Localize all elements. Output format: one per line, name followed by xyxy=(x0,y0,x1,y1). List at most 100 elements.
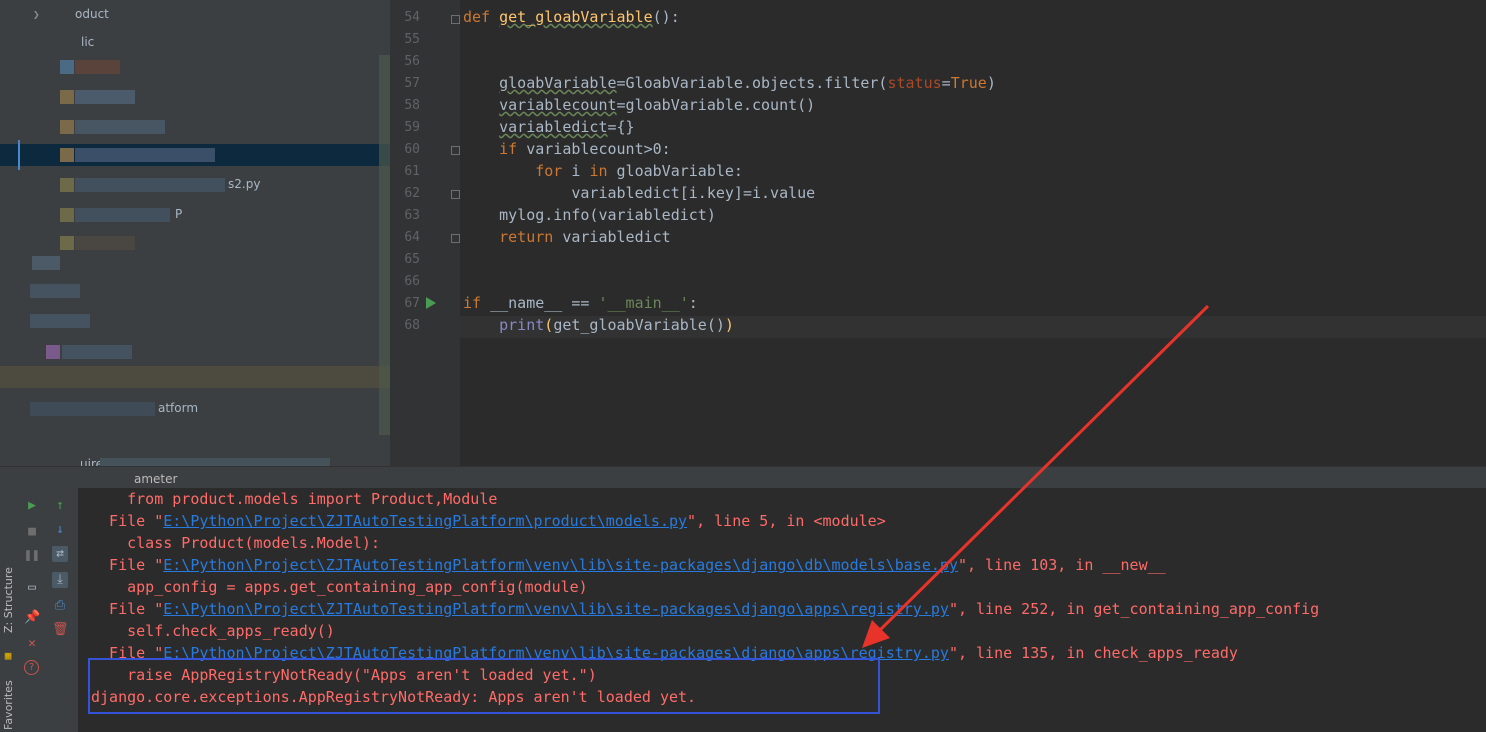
file-link[interactable]: E:\Python\Project\ZJTAutoTestingPlatform… xyxy=(163,512,687,530)
tree-selection-marker xyxy=(18,140,20,170)
code-editor[interactable]: 54 def get_gloabVariable(): 55 56 57 gloabVa… xyxy=(390,0,1486,466)
line-number: 63 xyxy=(404,208,420,223)
code-token: get_gloabVariable() xyxy=(553,316,725,334)
layout-icon[interactable]: ▭ xyxy=(24,580,40,596)
console-text: File " xyxy=(91,600,164,618)
up-icon[interactable]: ↑ xyxy=(52,498,68,514)
file-link[interactable]: E:\Python\Project\ZJTAutoTestingPlatform… xyxy=(163,556,958,574)
run-icon[interactable]: ▶ xyxy=(24,498,40,514)
blurred-text xyxy=(75,236,135,250)
down-icon[interactable]: ↓ xyxy=(52,522,68,538)
fold-icon[interactable] xyxy=(451,234,460,243)
print-icon[interactable]: ⎙ xyxy=(52,598,68,614)
console-text: app_config = apps.get_containing_app_con… xyxy=(91,578,588,596)
code-line: if __name__ == '__main__': xyxy=(463,294,698,312)
tree-label: s2.py xyxy=(228,177,261,191)
line-number: 57 xyxy=(404,76,420,91)
line-number: 62 xyxy=(404,186,420,201)
pause-icon[interactable]: ❚❚ xyxy=(24,548,40,564)
code-line: for i in gloabVariable: xyxy=(463,162,743,180)
file-link[interactable]: E:\Python\Project\ZJTAutoTestingPlatform… xyxy=(163,600,949,618)
blurred-icon xyxy=(60,120,74,134)
structure-icon[interactable]: ▦ xyxy=(0,648,16,664)
code-token: ( xyxy=(544,316,554,334)
delete-icon[interactable]: 🗑 xyxy=(52,622,69,638)
console-text: class Product(models.Model): xyxy=(91,534,380,552)
tree-row-highlighted[interactable] xyxy=(0,366,390,388)
tree-row-public[interactable]: lic xyxy=(0,32,390,54)
console-text: ", line 5, in <module> xyxy=(687,512,886,530)
soft-wrap-icon[interactable]: ⇄ xyxy=(52,546,68,562)
code-token: ) xyxy=(724,316,734,334)
console-line: class Product(models.Model): xyxy=(91,534,380,552)
line-number: 58 xyxy=(404,98,420,113)
blurred-icon xyxy=(60,60,74,74)
code-line: variabledict[i.key]=i.value xyxy=(463,184,815,202)
tree-label: lic xyxy=(81,35,95,49)
console-text: File " xyxy=(91,512,164,530)
code-token: print xyxy=(499,316,545,334)
run-gutter-icon[interactable] xyxy=(426,297,436,309)
code-line: return variabledict xyxy=(463,228,671,246)
line-number: 55 xyxy=(404,32,420,47)
line-number: 54 xyxy=(404,10,420,25)
code-token: if xyxy=(463,294,491,312)
line-number: 68 xyxy=(404,318,420,333)
code-line: print(get_gloabVariable()) xyxy=(463,316,734,334)
code-token: variabledict xyxy=(499,118,608,136)
code-line: variabledict={} xyxy=(463,118,634,136)
console-text: from product.models import Product,Modul… xyxy=(91,490,498,508)
fold-icon[interactable] xyxy=(451,190,460,199)
code-token: gloabVariable xyxy=(499,74,617,92)
tool-window-strip: Z: Structure ▦ Favorites xyxy=(0,488,21,732)
tree-row-product[interactable]: ❯ oduct xyxy=(0,4,390,26)
fold-icon[interactable] xyxy=(451,146,460,155)
blurred-text xyxy=(75,90,135,104)
help-icon[interactable]: ? xyxy=(24,660,39,675)
scroll-end-icon[interactable]: ⤓ xyxy=(52,572,68,588)
code-token: variabledict xyxy=(562,228,671,246)
blurred-text xyxy=(75,178,225,192)
line-number: 61 xyxy=(404,164,420,179)
code-token: variablecount>0: xyxy=(526,140,671,158)
console-text: ", line 252, in get_containing_app_confi… xyxy=(948,600,1320,618)
code-token: True xyxy=(950,74,987,92)
console-text: ", line 103, in __new__ xyxy=(957,556,1166,574)
close-icon[interactable]: ✕ xyxy=(24,636,40,652)
code-token: variablecount xyxy=(499,96,617,114)
line-number: 66 xyxy=(404,274,420,289)
code-token: (): xyxy=(652,8,680,26)
code-token: __name__ == xyxy=(490,294,599,312)
run-panel-header: ameter xyxy=(0,466,1486,489)
console-line: File "E:\Python\Project\ZJTAutoTestingPl… xyxy=(91,556,1166,574)
code-token: ) xyxy=(986,74,996,92)
blurred-icon xyxy=(60,148,74,162)
blurred-text xyxy=(75,120,165,134)
tree-label: atform xyxy=(158,401,199,415)
console-line: File "E:\Python\Project\ZJTAutoTestingPl… xyxy=(91,512,886,530)
tree-label: oduct xyxy=(75,7,109,21)
console-line: self.check_apps_ready() xyxy=(91,622,335,640)
tree-scrollbar[interactable] xyxy=(379,55,390,435)
blurred-icon xyxy=(46,345,60,359)
stop-icon[interactable]: ■ xyxy=(24,524,40,540)
fold-icon[interactable] xyxy=(451,15,460,24)
error-highlight-box xyxy=(88,658,880,714)
code-token: def xyxy=(463,8,500,26)
tree-row-file-p[interactable]: P xyxy=(0,204,390,226)
structure-tab[interactable]: Z: Structure xyxy=(2,567,15,633)
console-text: ", line 135, in check_apps_ready xyxy=(948,644,1238,662)
favorites-tab[interactable]: Favorites xyxy=(2,680,15,730)
pin-icon[interactable]: 📌 xyxy=(24,610,40,626)
line-number: 60 xyxy=(404,142,420,157)
project-tree-panel: ❯ oduct lic s2.py P atform uire xt xyxy=(0,0,390,466)
tree-label: P xyxy=(175,207,183,221)
blurred-icon xyxy=(32,256,60,270)
line-number: 59 xyxy=(404,120,420,135)
code-token: : xyxy=(688,294,698,312)
expand-arrow-icon[interactable]: ❯ xyxy=(33,8,40,21)
